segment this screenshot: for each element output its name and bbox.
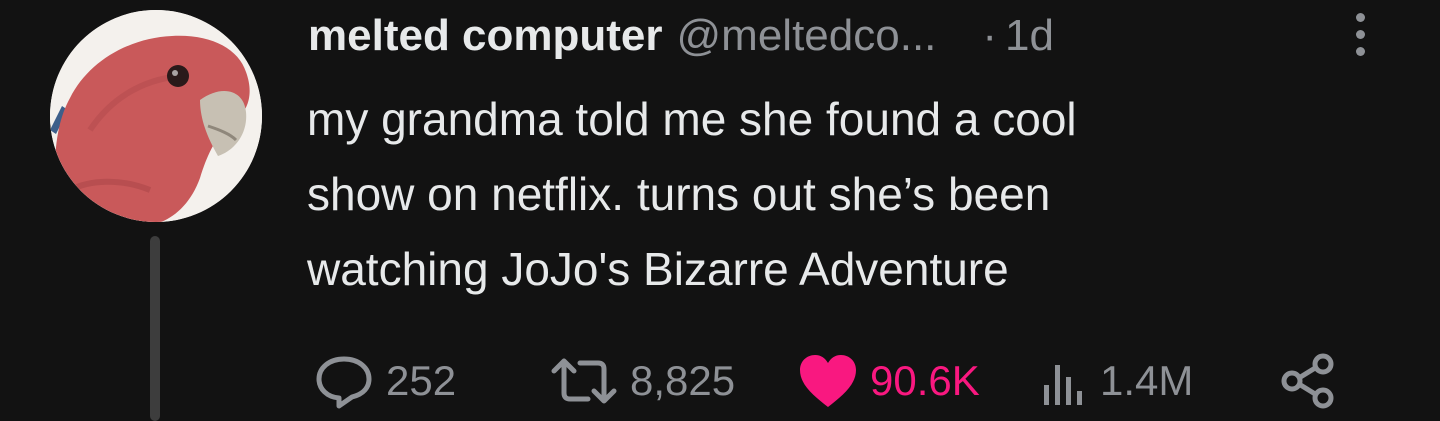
reply-button[interactable]: 252: [312, 346, 456, 416]
like-button[interactable]: 90.6K: [796, 346, 980, 416]
like-count: 90.6K: [870, 357, 980, 404]
separator-dot: ·: [982, 11, 998, 60]
analytics-bars-icon: [1040, 353, 1090, 409]
comment-bubble-icon: [312, 353, 376, 409]
views-count: 1.4M: [1100, 357, 1194, 404]
parrot-avatar-image: [50, 10, 262, 222]
tweet-text-line: show on netflix. turns out she’s been: [307, 168, 1051, 220]
reply-count: 252: [386, 357, 457, 404]
tweet-header: melted computer @meltedco... · 1d: [308, 6, 1054, 66]
tweet-text: my grandma told me she found a cool show…: [307, 82, 1387, 307]
display-name[interactable]: melted computer: [308, 11, 663, 61]
user-handle[interactable]: @meltedco...: [677, 11, 937, 61]
tweet-text-line: my grandma told me she found a cool: [307, 93, 1077, 145]
timestamp[interactable]: 1d: [1005, 11, 1054, 61]
avatar[interactable]: [50, 10, 262, 222]
retweet-count: 8,825: [630, 357, 736, 404]
share-button[interactable]: [1278, 346, 1338, 416]
heart-icon: [796, 351, 860, 411]
retweet-button[interactable]: 8,825: [548, 346, 735, 416]
thread-line: [150, 236, 160, 421]
action-bar: 252 8,825 90.6K 1.4M: [300, 346, 1420, 416]
views-button[interactable]: 1.4M: [1040, 346, 1193, 416]
tweet-text-line: watching JoJo's Bizarre Adventure: [307, 243, 1009, 295]
retweet-icon: [548, 353, 620, 409]
more-vertical-icon[interactable]: [1346, 6, 1374, 62]
share-icon: [1278, 351, 1338, 411]
